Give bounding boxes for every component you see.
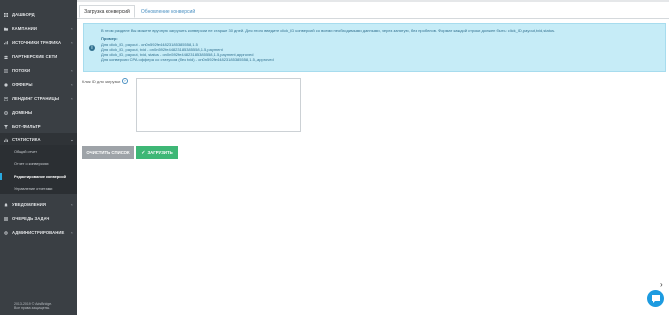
tab-bar: Загрузка конверсий Обновление конверсий — [77, 5, 669, 19]
landing-icon — [4, 96, 8, 101]
submenu-item-conversion-report[interactable]: Отчет о конверсиях — [0, 158, 77, 169]
sidebar-item-label: ДОМЕНЫ — [12, 110, 33, 115]
info-icon: i — [89, 45, 95, 51]
sidebar-item-affiliate-networks[interactable]: ПАРТНЕРСКИЕ СЕТИ — [0, 50, 77, 63]
bell-icon — [4, 202, 8, 207]
sidebar-item-label: ОЧЕРЕДЬ ЗАДАЧ — [12, 216, 50, 221]
sidebar-item-dashboard[interactable]: ДАШБОРД — [0, 8, 77, 21]
dashboard-icon — [4, 12, 8, 17]
info-text: В этом разделе Вы можете вручную загрузи… — [101, 28, 555, 63]
tab-update-conversions[interactable]: Обновление конверсий — [138, 5, 198, 18]
sidebar-item-streams[interactable]: ПОТОКИ ‹ — [0, 64, 77, 77]
queue-icon — [4, 216, 8, 221]
sidebar-item-administration[interactable]: АДМИНИСТРИРОВАНИЕ ‹ — [0, 226, 77, 239]
sidebar-item-label: АДМИНИСТРИРОВАНИЕ — [12, 230, 65, 235]
chevron-left-icon: ‹ — [71, 68, 73, 73]
top-bar — [77, 0, 669, 2]
sidebar-item-label: УВЕДОМЛЕНИЯ — [12, 202, 47, 207]
chevron-left-icon: ‹ — [71, 26, 73, 31]
check-icon: ✓ — [141, 149, 146, 156]
chevron-left-icon: ‹ — [71, 82, 73, 87]
sidebar-item-label: ОФФЕРЫ — [12, 82, 33, 87]
chevron-left-icon: ‹ — [71, 96, 73, 101]
traffic-icon — [4, 40, 8, 45]
sidebar-item-landing-pages[interactable]: ЛЕНДИНГ СТРАНИЦЫ ‹ — [0, 92, 77, 105]
sidebar-item-domains[interactable]: ДОМЕНЫ — [0, 106, 77, 119]
submenu-item-edit-conversions[interactable]: Редактирование конверсий — [0, 171, 77, 182]
gear-icon — [4, 230, 8, 235]
sidebar-item-label: КАМПАНИИ — [12, 26, 37, 31]
sidebar-item-label: ЛЕНДИНГ СТРАНИЦЫ — [12, 96, 60, 101]
chevron-left-icon: ‹ — [71, 40, 73, 45]
sidebar-item-task-queue[interactable]: ОЧЕРЕДЬ ЗАДАЧ — [0, 212, 77, 225]
chevron-left-icon: ‹ — [71, 230, 73, 235]
filter-icon — [4, 124, 8, 129]
example-line: Для конверсии CPA оффера со статусом (бе… — [101, 57, 274, 63]
sidebar-item-label: БОТ-ФИЛЬТР — [12, 124, 41, 129]
chat-button[interactable] — [647, 290, 664, 307]
submenu-item-general-report[interactable]: Общий отчет — [0, 146, 77, 157]
sidebar-item-campaigns[interactable]: КАМПАНИИ ‹ — [0, 22, 77, 35]
sidebar-item-offers[interactable]: ОФФЕРЫ ‹ — [0, 78, 77, 91]
info-description: В этом разделе Вы можете вручную загрузи… — [101, 28, 556, 33]
globe-icon — [4, 110, 8, 115]
sidebar-item-bot-filter[interactable]: БОТ-ФИЛЬТР — [0, 120, 77, 133]
copyright: 2013-2019 © AdsBridge. Все права защищен… — [14, 302, 52, 311]
submenu-item-manage-reports[interactable]: Управление отчетами — [0, 183, 77, 194]
click-id-textarea[interactable] — [136, 78, 301, 132]
click-id-label: Клик ID для загрузки ? — [82, 78, 128, 84]
sidebar-item-label: ИСТОЧНИКИ ТРАФИКА — [12, 40, 62, 45]
sidebar-item-label: ПОТОКИ — [12, 68, 31, 73]
clear-list-button[interactable]: ОЧИСТИТЬ СПИСОК — [82, 146, 134, 159]
statistics-submenu: Общий отчет Отчет о конверсиях Редактиро… — [0, 145, 77, 194]
chat-icon — [651, 294, 660, 303]
folder-icon — [4, 27, 8, 31]
tab-upload-conversions[interactable]: Загрузка конверсий — [79, 5, 135, 18]
chart-icon — [4, 138, 8, 142]
copyright-line: Все права защищены. — [14, 306, 51, 311]
sidebar-item-label: ДАШБОРД — [12, 12, 35, 17]
upload-button-label: ЗАГРУЗИТЬ — [147, 150, 173, 155]
upload-button[interactable]: ✓ ЗАГРУЗИТЬ — [136, 146, 178, 159]
network-icon — [4, 55, 8, 59]
sidebar-item-notifications[interactable]: УВЕДОМЛЕНИЯ ‹ — [0, 198, 77, 211]
chevron-down-icon: ⌄ — [70, 137, 74, 142]
sidebar-item-traffic-sources[interactable]: ИСТОЧНИКИ ТРАФИКА ‹ — [0, 36, 77, 49]
chevron-left-icon: ‹ — [71, 202, 73, 207]
offer-icon — [4, 82, 8, 87]
help-icon[interactable]: ? — [121, 78, 128, 84]
stream-icon — [4, 69, 8, 73]
sidebar-item-label: ПАРТНЕРСКИЕ СЕТИ — [12, 54, 58, 59]
info-alert: i В этом разделе Вы можете вручную загру… — [83, 23, 666, 72]
chevron-right-icon[interactable]: › — [660, 280, 663, 289]
sidebar-item-label: СТАТИСТИКА — [12, 137, 41, 142]
click-id-label-text: Клик ID для загрузки — [82, 78, 121, 84]
sidebar: ДАШБОРД КАМПАНИИ ‹ ИСТОЧНИКИ ТРАФИКА ‹ П… — [0, 0, 77, 315]
